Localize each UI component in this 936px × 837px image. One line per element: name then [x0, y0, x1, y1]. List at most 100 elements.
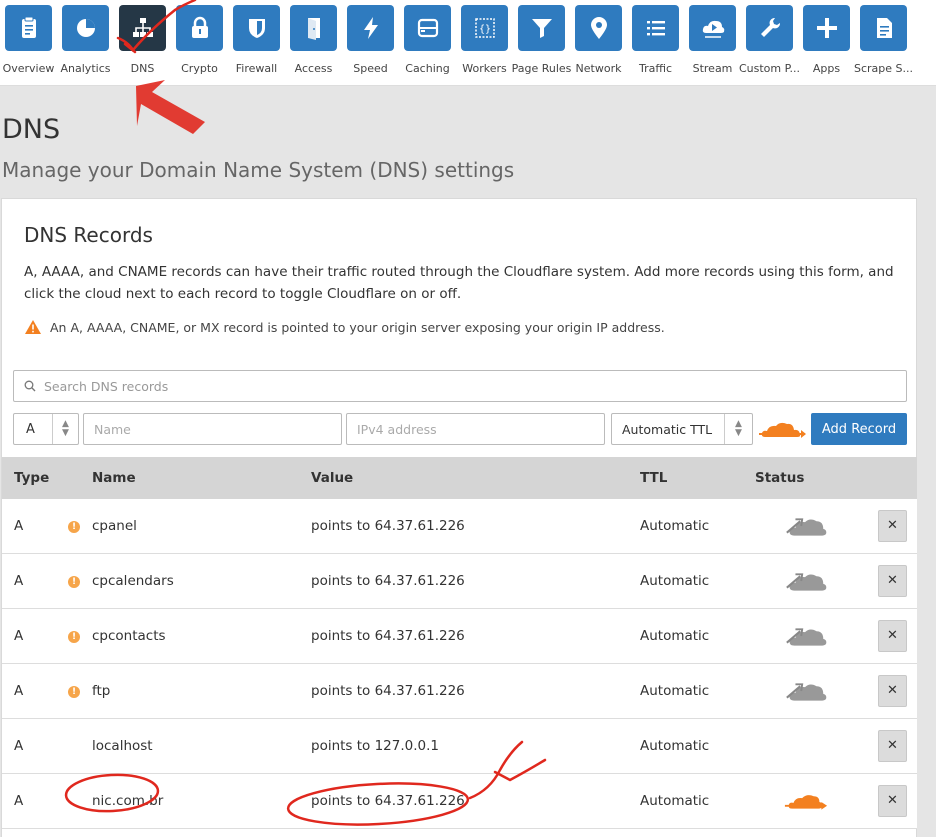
record-ttl[interactable]: Automatic: [640, 683, 709, 699]
nav-tile: [176, 5, 223, 51]
list-icon: [646, 21, 665, 36]
lightning-icon: [363, 17, 378, 39]
delete-record-button[interactable]: ✕: [878, 730, 907, 762]
record-type: A: [14, 573, 24, 589]
record-value[interactable]: points to 64.37.61.226: [311, 518, 465, 534]
table-header: Type Name Value TTL Status: [2, 457, 917, 499]
record-type: A: [14, 738, 24, 754]
record-type-select[interactable]: A ▲ ▼: [13, 413, 79, 445]
nav-tile: [404, 5, 451, 51]
nav-tile: [860, 5, 907, 51]
clipboard-icon: [21, 16, 36, 38]
nav-item-apps[interactable]: Apps: [798, 0, 855, 86]
nav-tile: [632, 5, 679, 51]
card-description: A, AAAA, and CNAME records can have thei…: [24, 264, 894, 302]
record-ttl[interactable]: Automatic: [640, 518, 709, 534]
dns-only-cloud-icon[interactable]: [783, 567, 829, 595]
record-value[interactable]: points to 64.37.61.226: [311, 628, 465, 644]
record-value[interactable]: points to 127.0.0.1: [311, 738, 439, 754]
braces-icon: {}: [474, 18, 495, 38]
nav-tile: [347, 5, 394, 51]
nav-tile: [746, 5, 793, 51]
nav-item-page-rules[interactable]: Page Rules: [512, 0, 571, 86]
record-type: A: [14, 793, 24, 809]
record-ttl[interactable]: Automatic: [640, 573, 709, 589]
delete-record-button[interactable]: ✕: [878, 785, 907, 817]
nav-item-speed[interactable]: Speed: [342, 0, 399, 86]
nav-item-dns[interactable]: DNS: [114, 0, 171, 86]
search-box[interactable]: [13, 370, 907, 402]
proxied-cloud-icon[interactable]: [783, 787, 829, 815]
proxy-cloud-toggle-icon[interactable]: [759, 419, 807, 441]
nav-item-traffic[interactable]: Traffic: [627, 0, 684, 86]
search-input[interactable]: [44, 378, 844, 394]
nav-item-access[interactable]: Access: [285, 0, 342, 86]
nav-tile: [290, 5, 337, 51]
wrench-icon: [760, 17, 780, 37]
dns-only-cloud-icon[interactable]: [783, 622, 829, 650]
record-value[interactable]: points to 64.37.61.226: [311, 683, 465, 699]
add-record-button[interactable]: Add Record: [811, 413, 907, 445]
record-type-value: A: [26, 421, 35, 437]
table-row: Alocalhost points to 127.0.0.1 Automatic ✕: [2, 719, 917, 774]
dns-only-cloud-icon[interactable]: [783, 512, 829, 540]
record-name[interactable]: cpcontacts: [92, 628, 166, 644]
nav-item-analytics[interactable]: Analytics: [57, 0, 114, 86]
nav-tile: [119, 5, 166, 51]
nav-tile: [689, 5, 736, 51]
nav-item-network[interactable]: Network: [570, 0, 627, 86]
dns-only-cloud-icon[interactable]: [783, 677, 829, 705]
nav-item-firewall[interactable]: Firewall: [228, 0, 285, 86]
record-ttl[interactable]: Automatic: [640, 628, 709, 644]
record-ttl[interactable]: Automatic: [640, 738, 709, 754]
table-row: A! cpcalendars points to 64.37.61.226 Autom…: [2, 554, 917, 609]
exposure-warning-icon: !: [68, 576, 80, 588]
nav-tile: {}: [461, 5, 508, 51]
record-name[interactable]: cpanel: [92, 518, 137, 534]
nav-tile: [518, 5, 565, 51]
page-title: DNS: [2, 114, 61, 145]
warning-triangle-icon: [25, 320, 41, 334]
nav-item-custom-p[interactable]: Custom P...: [739, 0, 800, 86]
delete-record-button[interactable]: ✕: [878, 565, 907, 597]
table-row: Anic.com.br points to 64.37.61.226 Automat…: [2, 774, 917, 829]
nav-item-caching[interactable]: Caching: [399, 0, 456, 86]
document-icon: [876, 18, 892, 38]
warning-text: An A, AAAA, CNAME, or MX record is point…: [50, 319, 665, 335]
nav-item-crypto[interactable]: Crypto: [171, 0, 228, 86]
network-tree-icon: [132, 18, 153, 37]
delete-record-button[interactable]: ✕: [878, 510, 907, 542]
search-icon: [24, 380, 36, 392]
dns-records-card: DNS Records A, AAAA, and CNAME records c…: [1, 198, 917, 837]
record-ttl[interactable]: Automatic: [640, 793, 709, 809]
nav-item-scrape-s[interactable]: Scrape S...: [854, 0, 913, 86]
nav-tile: [575, 5, 622, 51]
nav-item-workers[interactable]: {} Workers: [456, 0, 513, 86]
header-value: Value: [311, 470, 354, 486]
dns-records-table: Type Name Value TTL Status A! cpanel point…: [2, 457, 917, 829]
record-type: A: [14, 683, 24, 699]
page-subtitle: Manage your Domain Name System (DNS) set…: [2, 158, 515, 182]
record-type: A: [14, 628, 24, 644]
ttl-select[interactable]: Automatic TTL ▲ ▼: [611, 413, 753, 445]
record-name[interactable]: localhost: [92, 738, 153, 754]
record-name[interactable]: nic.com.br: [92, 793, 163, 809]
annotation-arrow: [136, 80, 205, 134]
delete-record-button[interactable]: ✕: [878, 675, 907, 707]
plus-icon: [816, 18, 837, 38]
name-field[interactable]: [83, 413, 342, 445]
door-icon: [307, 18, 320, 40]
top-navigation: Overview Analytics DNS Crypto Firewall Access…: [0, 0, 936, 86]
table-row: A! cpanel points to 64.37.61.226 Automatic ✕: [2, 499, 917, 554]
record-name[interactable]: ftp: [92, 683, 110, 699]
ipv4-address-field[interactable]: [346, 413, 605, 445]
record-value[interactable]: points to 64.37.61.226: [311, 573, 465, 589]
delete-record-button[interactable]: ✕: [878, 620, 907, 652]
nav-item-overview[interactable]: Overview: [0, 0, 57, 86]
exposure-warning-icon: !: [68, 521, 80, 533]
nav-item-stream[interactable]: Stream: [684, 0, 741, 86]
record-value[interactable]: points to 64.37.61.226: [311, 793, 465, 809]
record-name[interactable]: cpcalendars: [92, 573, 174, 589]
card-title: DNS Records: [24, 223, 153, 247]
shield-icon: [248, 19, 265, 38]
